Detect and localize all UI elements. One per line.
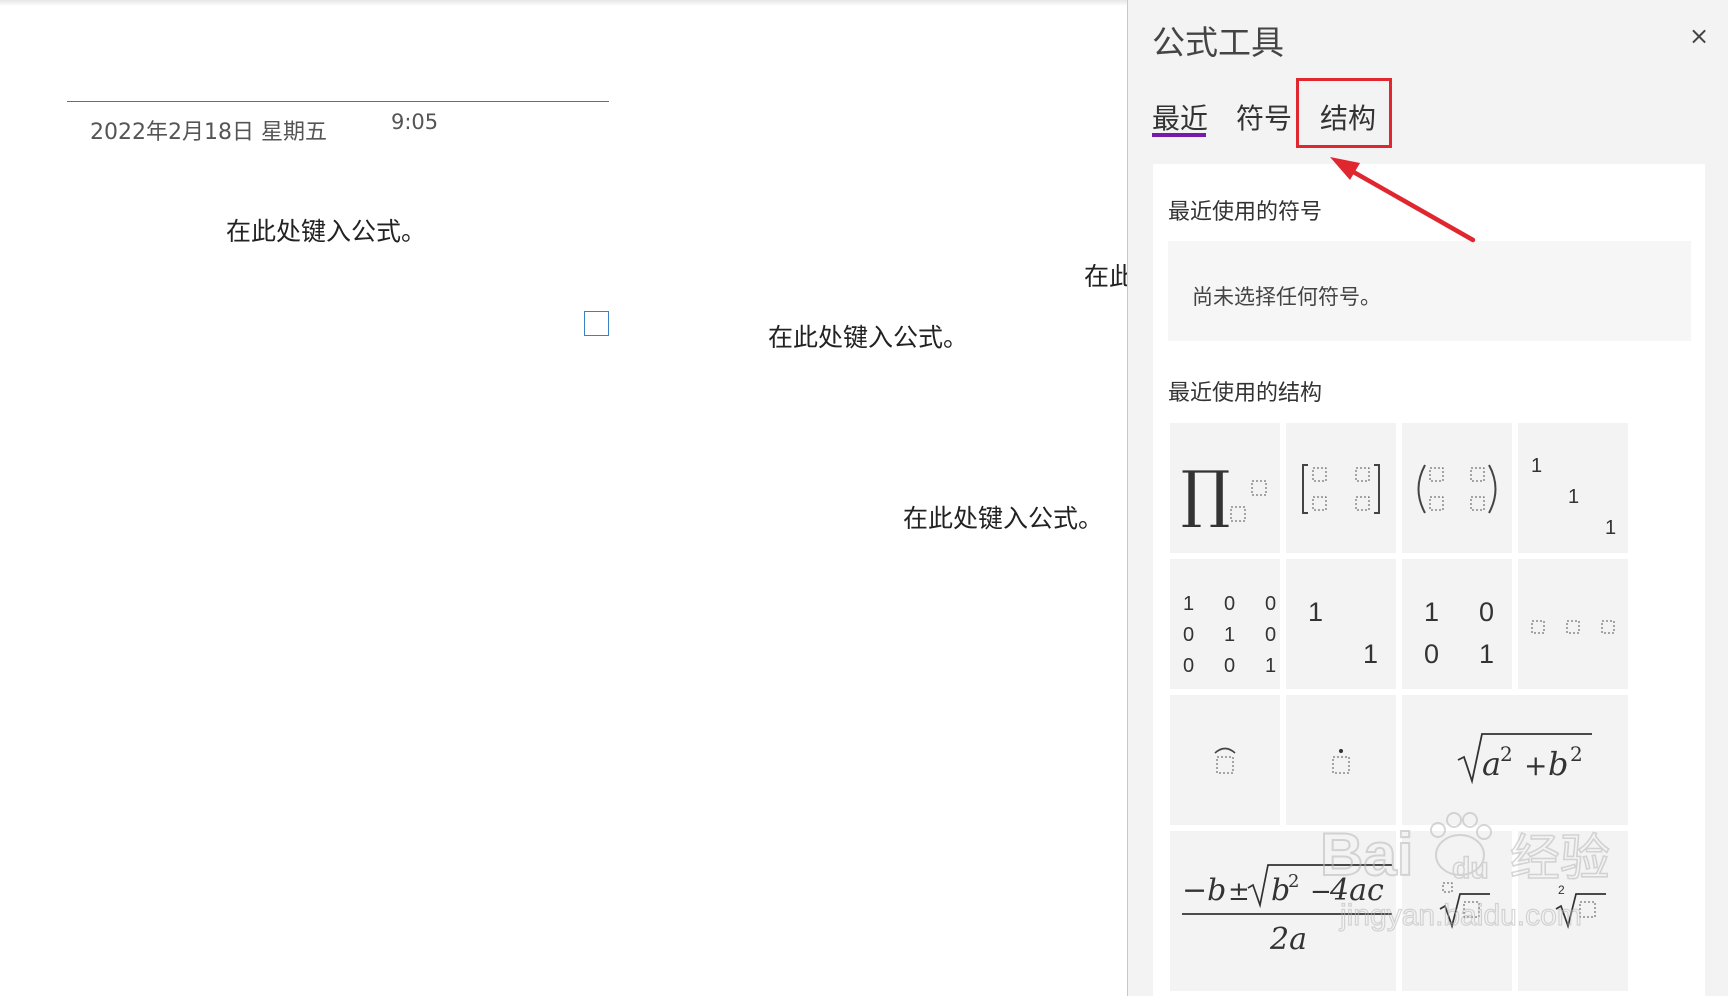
recent-symbols-heading: 最近使用的符号 [1168,200,1323,225]
active-tab-underline [1152,133,1206,137]
svg-text:2a: 2a [1269,922,1307,957]
identity-3x3-icon: 1 0 0 0 1 0 0 0 1 [1183,593,1276,677]
svg-text:0: 0 [1424,639,1439,669]
note-title-line[interactable] [67,101,609,102]
pythagoras-root-icon: a 2 + b 2 [1457,733,1592,785]
svg-text:1: 1 [1183,593,1194,615]
structure-tile-identity-2x2-sparse[interactable]: 1 1 [1286,559,1396,689]
svg-text:0: 0 [1224,593,1235,615]
diagonal-3-icon: 1 1 1 [1531,455,1616,539]
page-top-shadow [0,0,1127,6]
equation-placeholder-4[interactable]: 在此处键入公式。 [1084,264,1127,289]
svg-text:1: 1 [1308,597,1323,627]
svg-text:1: 1 [1363,639,1378,669]
recent-symbols-empty-box: 尚未选择任何符号。 [1168,241,1691,341]
svg-text:−: − [1310,877,1332,907]
note-page[interactable]: 2022年2月18日 星期五 9:05 在此处键入公式。 在此处键入公式。 在此… [0,0,1127,996]
svg-text:b: b [1548,745,1568,783]
svg-text:1: 1 [1479,639,1494,669]
structure-tile-paren-matrix[interactable] [1402,423,1512,553]
structure-tile-quadratic-formula[interactable]: −b ± b 2 − 4ac 2a [1170,831,1396,991]
identity-2x2-sparse-icon: 1 1 [1308,597,1378,669]
svg-text:1: 1 [1605,517,1616,539]
svg-text:+: + [1524,749,1547,782]
identity-2x2-icon: 1 0 0 1 [1424,597,1494,669]
svg-text:1: 1 [1531,455,1542,477]
note-time: 9:05 [391,110,439,134]
product-icon: ∏ [1181,457,1267,530]
structure-tile-bracket-matrix[interactable] [1286,423,1396,553]
svg-text:a: a [1482,745,1501,783]
arc-accent-icon [1214,747,1236,774]
close-icon[interactable]: × [1683,20,1715,52]
row-3-icon [1531,620,1615,634]
tab-recent[interactable]: 最近 [1152,97,1208,137]
paren-matrix-icon [1417,464,1497,514]
structure-tile-arc-accent[interactable] [1170,695,1280,825]
svg-text:0: 0 [1183,655,1194,677]
svg-text:0: 0 [1265,624,1276,646]
radical-index-icon [1439,882,1490,929]
quadratic-formula-icon: −b ± b 2 − 4ac 2a [1182,864,1392,957]
recent-structures-heading: 最近使用的结构 [1168,381,1323,406]
equation-placeholder-3[interactable]: 在此处键入公式。 [903,506,1103,531]
tab-symbols[interactable]: 符号 [1236,97,1292,137]
equation-placeholder-1[interactable]: 在此处键入公式。 [226,219,426,244]
equation-placeholder-2[interactable]: 在此处键入公式。 [768,325,968,350]
structure-tile-diagonal-3[interactable]: 1 1 1 [1518,423,1628,553]
svg-text:2: 2 [1570,742,1583,766]
dot-accent-icon [1332,749,1350,774]
structure-tile-product[interactable]: ∏ [1170,423,1280,553]
radical-2-icon: 2 [1555,883,1606,929]
structure-tile-row-3[interactable] [1518,559,1628,689]
recent-content-card: 最近使用的符号 尚未选择任何符号。 最近使用的结构 ∏ 1 1 1 1 0 0 … [1153,164,1705,996]
svg-text:0: 0 [1224,655,1235,677]
svg-text:1: 1 [1568,486,1579,508]
note-date: 2022年2月18日 星期五 [90,120,327,145]
svg-text:±: ± [1228,877,1250,907]
equation-input-placeholder-box[interactable] [584,311,609,336]
bracket-matrix-icon [1302,464,1380,514]
svg-text:2: 2 [1558,883,1565,897]
equation-tools-pane: 公式工具 × 最近 符号 结构 最近使用的符号 尚未选择任何符号。 最近使用的结… [1127,0,1728,996]
structure-tile-pythagoras-root[interactable]: a 2 + b 2 [1402,695,1628,825]
svg-text:0: 0 [1183,624,1194,646]
structure-tile-radical-2[interactable]: 2 [1518,831,1628,991]
structure-tile-radical-index[interactable] [1402,831,1512,991]
svg-text:4ac: 4ac [1329,873,1384,908]
product-symbol: ∏ [1181,457,1230,530]
tab-structures[interactable]: 结构 [1320,97,1376,137]
svg-text:2: 2 [1500,742,1513,766]
structure-tile-identity-3x3[interactable]: 1 0 0 0 1 0 0 0 1 [1170,559,1280,689]
recent-symbols-empty-text: 尚未选择任何符号。 [1192,285,1381,309]
svg-text:1: 1 [1424,597,1439,627]
svg-text:−b: −b [1182,873,1226,908]
svg-text:1: 1 [1224,624,1235,646]
structure-tile-identity-2x2[interactable]: 1 0 0 1 [1402,559,1512,689]
svg-text:2: 2 [1288,871,1299,892]
svg-text:1: 1 [1265,655,1276,677]
structure-tile-dot-accent[interactable] [1286,695,1396,825]
pane-title: 公式工具 [1152,23,1284,62]
svg-text:0: 0 [1479,597,1494,627]
svg-text:0: 0 [1265,593,1276,615]
